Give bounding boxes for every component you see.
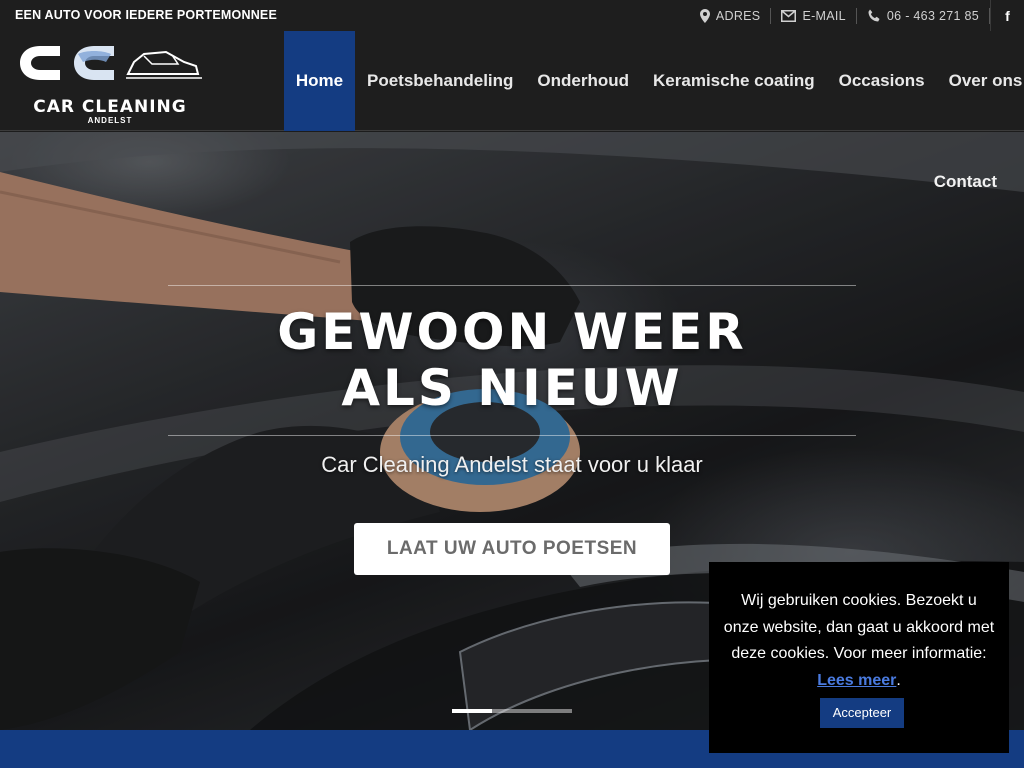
contact-links: ADRES E-MAIL 06 - 463 271 85 f [690,0,1024,31]
logo-location: ANDELST [87,116,133,125]
cookie-read-more-link[interactable]: Lees meer [817,672,896,689]
nav-occasions[interactable]: Occasions [827,31,937,131]
nav-home[interactable]: Home [284,31,355,131]
phone-icon [868,9,880,21]
logo[interactable]: CAR CLEANING ANDELST [16,40,206,125]
nav-poetsbehandeling[interactable]: Poetsbehandeling [355,31,525,131]
hero-divider-top [168,285,856,286]
email-label: E-MAIL [802,8,846,23]
slider-dot[interactable] [452,709,492,713]
address-label: ADRES [715,8,761,23]
nav-onderhoud[interactable]: Onderhoud [525,31,641,131]
envelope-icon [781,9,797,22]
logo-mark [20,46,202,80]
hero-divider-bottom [168,435,856,436]
facebook-icon[interactable]: f [990,0,1024,31]
cta-button[interactable]: LAAT UW AUTO POETSEN [354,523,670,575]
email-link[interactable]: E-MAIL [771,7,857,24]
header: CAR CLEANING ANDELST Home Poetsbehandeli… [0,31,1024,131]
top-bar: EEN AUTO VOOR IEDERE PORTEMONNEE ADRES E… [0,0,1024,31]
slider-dots [452,709,572,713]
address-link[interactable]: ADRES [690,7,772,24]
nav-contact[interactable]: Contact [934,172,997,192]
cookie-banner: Wij gebruiken cookies. Bezoekt u onze we… [709,562,1009,753]
nav-over-ons[interactable]: Over ons [937,31,1024,131]
logo-name: CAR CLEANING [33,97,187,117]
slider-dot[interactable] [492,709,532,713]
nav-keramische-coating[interactable]: Keramische coating [641,31,827,131]
phone-label: 06 - 463 271 85 [886,8,979,23]
cookie-period: . [896,671,901,689]
phone-link[interactable]: 06 - 463 271 85 [857,7,990,24]
slider-dot[interactable] [532,709,572,713]
main-nav: Home Poetsbehandeling Onderhoud Keramisc… [284,31,1024,131]
hero-subtitle: Car Cleaning Andelst staat voor u klaar [321,452,703,477]
cookie-text: Wij gebruiken cookies. Bezoekt u onze we… [723,592,995,662]
accept-cookies-button[interactable]: Accepteer [820,698,904,728]
map-pin-icon [699,8,710,23]
hero-title-line-2: ALS NIEUW [341,359,683,417]
tagline: EEN AUTO VOOR IEDERE PORTEMONNEE [15,8,277,22]
hero-title-line-1: GEWOON WEER [277,303,747,361]
